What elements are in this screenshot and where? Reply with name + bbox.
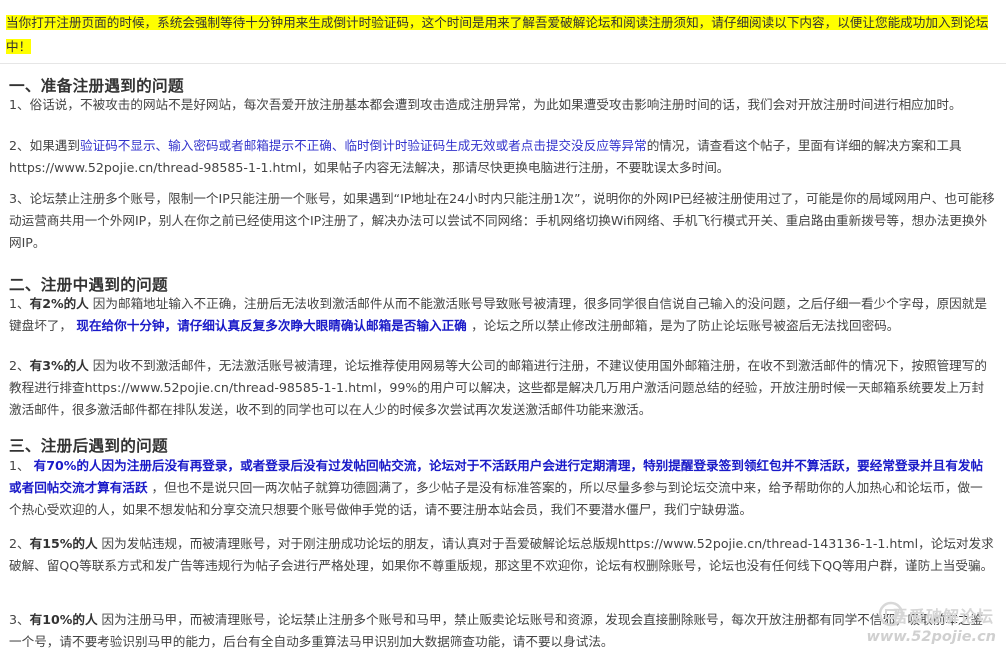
section-title-prepare: 一、准备注册遇到的问题: [9, 77, 184, 95]
item-text: ，如果帖子内容无法解决，那请尽快更换电脑进行注册，不要耽误太多时间。: [301, 160, 730, 175]
item-text: ，但也不是说只回一两次帖子就算功德圆满了，多少帖子是没有标准答案的，所以尽量多参…: [9, 480, 983, 517]
divider: [0, 63, 1006, 64]
section1-item2: 2、如果遇到验证码不显示、输入密码或者邮箱提示不正确、临时倒计时验证码生成无效或…: [9, 135, 995, 179]
item-text: 2、: [9, 536, 30, 551]
notice-text: 当你打开注册页面的时候，系统会强制等待十分钟用来生成倒计时验证码，这个时间是用来…: [6, 15, 989, 54]
watermark-url: www.52pojie.cn: [866, 629, 997, 645]
section3-item3: 3、有10%的人 因为注册马甲，而被清理账号，论坛禁止注册多个账号和马甲，禁止贩…: [9, 609, 995, 653]
item-text: 2、: [9, 358, 30, 373]
site-watermark: 吾爱破解论坛 www.52pojie.cn: [860, 601, 1000, 653]
item-bold: 有3%的人: [29, 358, 89, 373]
section-title-during: 二、注册中遇到的问题: [9, 276, 168, 294]
section1-item3: 3、论坛禁止注册多个账号，限制一个IP只能注册一个账号，如果遇到“IP地址在24…: [9, 188, 995, 254]
item-text: 因为发帖违规，而被清理账号，对于刚注册成功论坛的朋友，请认真对于吾爱破解论坛总版…: [97, 536, 618, 551]
registration-notice-page: 当你打开注册页面的时候，系统会强制等待十分钟用来生成倒计时验证码，这个时间是用来…: [0, 0, 1006, 655]
item-highlight: 现在给你十分钟，请仔细认真反复多次睁大眼睛确认邮箱是否输入正确: [71, 318, 472, 333]
item-text: 1、俗话说，不被攻击的网站不是好网站，每次吾爱开放注册基本都会遭到攻击造成注册异…: [9, 97, 962, 112]
item-bold: 有2%的人: [29, 296, 89, 311]
item-text: ，论坛之所以禁止修改注册邮箱，是为了防止论坛账号被盗后无法找回密码。: [471, 318, 900, 333]
section3-item2: 2、有15%的人 因为发帖违规，而被清理账号，对于刚注册成功论坛的朋友，请认真对…: [9, 533, 995, 577]
item-text: 的情况，请查看这个帖子，里面有详细的解决方案和工具: [646, 138, 962, 153]
item-text: 2、如果遇到: [9, 138, 80, 153]
section-title-after: 三、注册后遇到的问题: [9, 437, 168, 455]
item-text: 1、: [9, 296, 30, 311]
notice-banner: 当你打开注册页面的时候，系统会强制等待十分钟用来生成倒计时验证码，这个时间是用来…: [6, 11, 998, 59]
item-highlight: 验证码不显示、输入密码或者邮箱提示不正确、临时倒计时验证码生成无效或者点击提交没…: [79, 138, 647, 153]
section2-item2: 2、有3%的人 因为收不到激活邮件，无法激活账号被清理，论坛推荐使用网易等大公司…: [9, 355, 995, 421]
item-bold: 有10%的人: [29, 612, 98, 627]
item-text: 3、: [9, 612, 30, 627]
item-text: 因为注册马甲，而被清理账号，论坛禁止注册多个账号和马甲，禁止贩卖论坛账号和资源，…: [9, 612, 984, 649]
watermark-name: 吾爱破解论坛: [891, 607, 994, 626]
item-text: 1、: [9, 458, 34, 473]
item-bold: 有15%的人: [29, 536, 98, 551]
thread-link[interactable]: https://www.52pojie.cn/thread-98585-1-1.…: [9, 160, 301, 175]
section1-item1: 1、俗话说，不被攻击的网站不是好网站，每次吾爱开放注册基本都会遭到攻击造成注册异…: [9, 94, 995, 116]
thread-link[interactable]: https://www.52pojie.cn/thread-143136-1-1…: [618, 536, 918, 551]
section3-item1: 1、 有70%的人因为注册后没有再登录，或者登录后没有过发帖回帖交流，论坛对于不…: [9, 455, 995, 521]
section2-item1: 1、有2%的人 因为邮箱地址输入不正确，注册后无法收到激活邮件从而不能激活账号导…: [9, 293, 995, 337]
item-text: 3、论坛禁止注册多个账号，限制一个IP只能注册一个账号，如果遇到“IP地址在24…: [9, 191, 995, 250]
thread-link[interactable]: https://www.52pojie.cn/thread-98585-1-1.…: [85, 380, 377, 395]
